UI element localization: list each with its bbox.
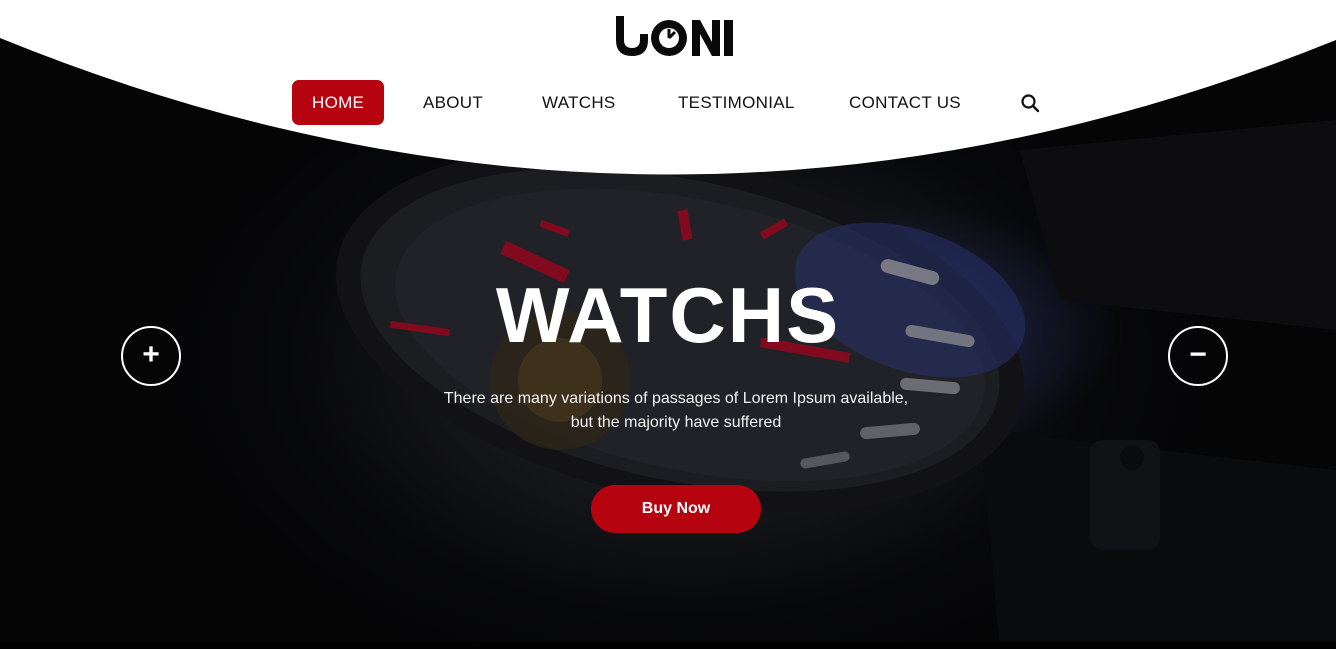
search-icon[interactable] (1020, 93, 1040, 113)
section-divider (0, 642, 1336, 649)
plus-icon: + (142, 338, 160, 371)
carousel-next-button[interactable]: − (1168, 326, 1228, 386)
hero-subtitle: There are many variations of passages of… (443, 390, 909, 431)
minus-icon: − (1189, 338, 1207, 371)
carousel-prev-button[interactable]: + (121, 326, 181, 386)
nav-item-contact-us[interactable]: CONTACT US (849, 80, 961, 125)
nav-item-home[interactable]: HOME (292, 80, 385, 125)
buy-now-button[interactable]: Buy Now (591, 485, 761, 533)
hero-section: HOME ABOUT WATCHS TESTIMONIAL CONTACT US… (0, 0, 1336, 649)
logo[interactable] (612, 12, 738, 58)
nav-item-watchs[interactable]: WATCHS (542, 80, 616, 125)
nav-item-about[interactable]: ABOUT (423, 80, 483, 125)
nav-item-testimonial[interactable]: TESTIMONIAL (678, 80, 795, 125)
hero-title: WATCHS (495, 271, 841, 359)
